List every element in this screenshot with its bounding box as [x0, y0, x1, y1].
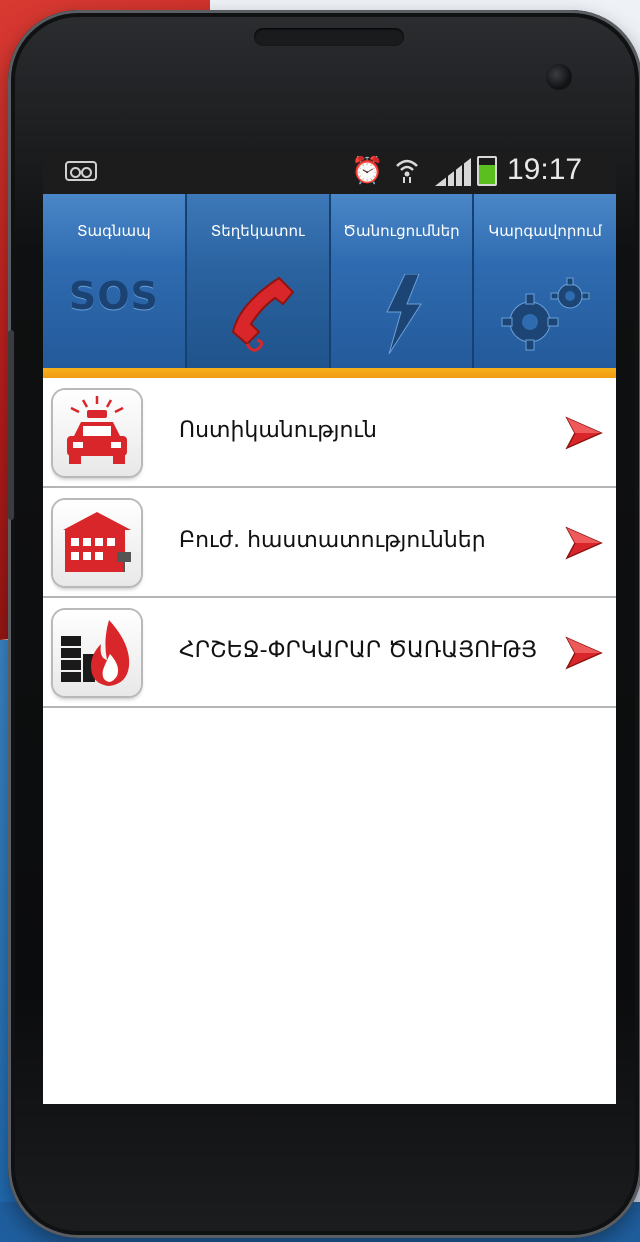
status-bar: ⏰ 19:17 [43, 148, 616, 194]
alarm-icon: ⏰ [351, 156, 384, 186]
tab-settings[interactable]: Կարգավորում [474, 194, 616, 368]
police-car-icon [53, 390, 141, 476]
tab-label: Տագնապ [76, 222, 151, 240]
chevron-right-icon[interactable] [565, 416, 603, 450]
fire-icon [53, 610, 141, 696]
wifi-icon [395, 156, 419, 190]
phone-handset-icon [187, 274, 329, 354]
voicemail-icon [65, 161, 97, 181]
volume-key[interactable] [8, 330, 14, 520]
chevron-right-icon[interactable] [565, 636, 603, 670]
hospital-icon [53, 500, 141, 586]
lightning-icon [331, 273, 473, 355]
tab-label: Տեղեկատու [210, 222, 305, 240]
status-time: 19:17 [507, 153, 583, 186]
chevron-right-icon[interactable] [565, 526, 603, 560]
earpiece-speaker [254, 28, 404, 46]
tab-label: Ծանուցումներ [343, 222, 460, 240]
sos-icon-text: SOS [68, 274, 159, 318]
list-item-rescue[interactable]: ՀՐՇԵՋ-ՓՐԿԱՐԱՐ ԾԱՌԱՅՈՒԹՅ [43, 598, 616, 708]
tab-alarm[interactable]: Տագնապ SOS [43, 194, 187, 368]
battery-icon [477, 156, 497, 186]
phone-screen: ⏰ 19:17 Տագնապ SOS Տեղեկատու Ծանուցումնե… [43, 148, 616, 1104]
battery-fill [479, 164, 495, 184]
signal-icon [435, 158, 471, 186]
tab-label: Կարգավորում [488, 222, 602, 240]
front-camera [546, 64, 572, 90]
list-item-label: Բուժ. հաստատություններ [179, 528, 486, 553]
contact-list: Ոստիկանություն Բուժ. հաստատություններ ՀՐ… [43, 378, 616, 708]
tab-directory[interactable]: Տեղեկատու [186, 194, 331, 368]
gears-icon [474, 274, 616, 354]
list-item-medical[interactable]: Բուժ. հաստատություններ [43, 488, 616, 598]
sos-icon: SOS [43, 274, 185, 354]
list-item-label: Ոստիկանություն [179, 418, 377, 443]
tab-notifications[interactable]: Ծանուցումներ [330, 194, 475, 368]
list-item-label: ՀՐՇԵՋ-ՓՐԿԱՐԱՐ ԾԱՌԱՅՈՒԹՅ [179, 638, 538, 663]
tab-indicator-bar [43, 368, 616, 378]
tab-bar: Տագնապ SOS Տեղեկատու Ծանուցումներ Կարգավ… [43, 194, 616, 368]
list-item-police[interactable]: Ոստիկանություն [43, 378, 616, 488]
